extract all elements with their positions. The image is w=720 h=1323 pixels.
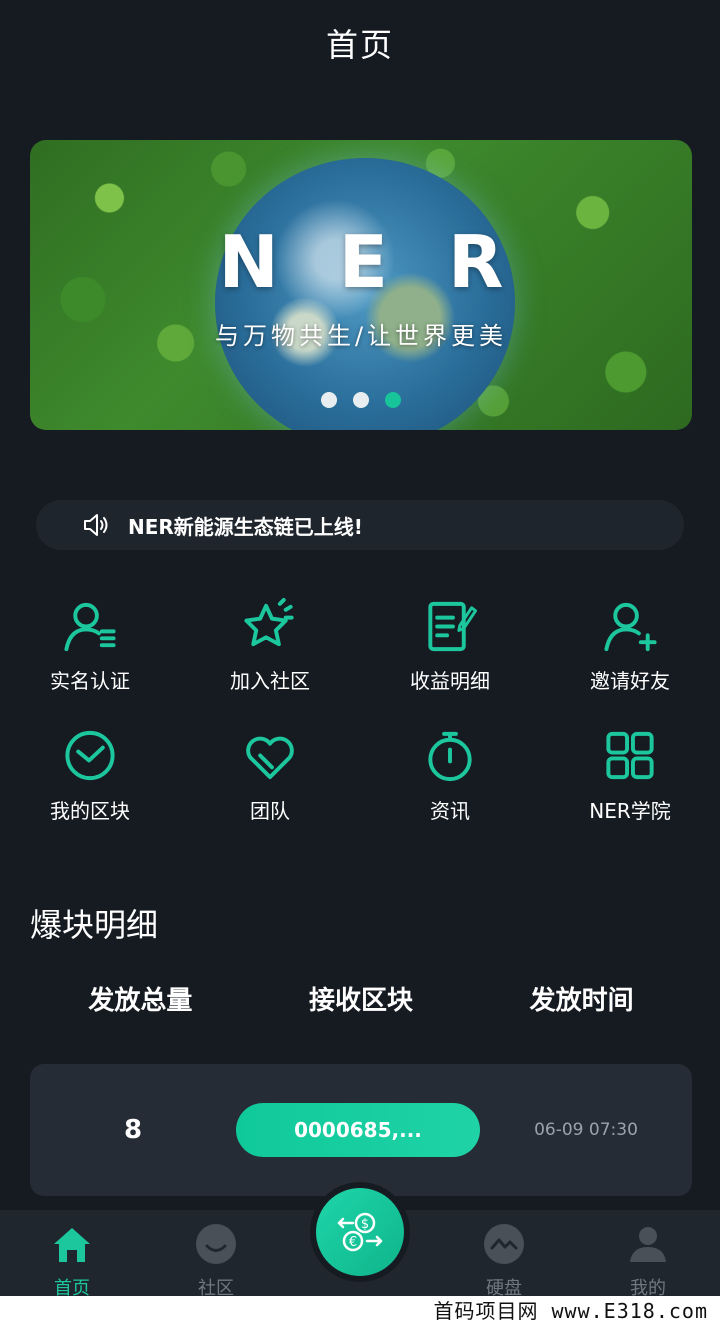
column-header: 接收区块 xyxy=(309,986,414,1016)
heart-icon xyxy=(246,736,294,780)
user-add-icon xyxy=(604,602,657,652)
app-screen: 首页 NER 与万物共生/让世界更美 NER新能源生态链已上线! 实名认证 加入… xyxy=(0,0,720,1323)
home-icon xyxy=(54,1228,90,1262)
grid-icon xyxy=(606,731,654,780)
feature-invite[interactable]: 邀请好友 xyxy=(540,590,720,694)
svg-text:€: € xyxy=(349,1235,357,1250)
banner-carousel[interactable]: NER 与万物共生/让世界更美 xyxy=(30,140,692,430)
stopwatch-icon xyxy=(428,731,472,782)
feature-my-blocks[interactable]: 我的区块 xyxy=(0,720,180,824)
feature-label: 团队 xyxy=(250,799,290,823)
nav-community[interactable]: 社区 xyxy=(144,1210,288,1310)
page-title: 首页 xyxy=(325,26,394,64)
chart-wave-icon xyxy=(484,1224,524,1264)
banner-subtitle: 与万物共生/让世界更美 xyxy=(214,322,508,350)
user-verify-icon xyxy=(64,602,116,652)
nav-home[interactable]: 首页 xyxy=(0,1210,144,1310)
feature-academy[interactable]: NER学院 xyxy=(540,720,720,824)
speaker-icon xyxy=(84,514,108,536)
carousel-dots xyxy=(30,392,692,408)
feature-label: 资讯 xyxy=(430,799,470,823)
feature-label: 收益明细 xyxy=(410,669,490,693)
block-badge[interactable]: 0000685,... xyxy=(236,1103,480,1157)
carousel-dot-active[interactable] xyxy=(385,392,401,408)
feature-label: 实名认证 xyxy=(50,669,130,693)
feature-verify[interactable]: 实名认证 xyxy=(0,590,180,694)
clock-icon xyxy=(65,730,115,781)
feature-label: NER学院 xyxy=(589,799,671,823)
document-edit-icon xyxy=(428,601,478,652)
user-icon xyxy=(630,1227,666,1262)
banner-title: NER xyxy=(218,220,564,304)
notice-text: NER新能源生态链已上线! xyxy=(128,514,363,539)
table-header: 发放总量 接收区块 发放时间 xyxy=(30,980,692,1017)
feature-team[interactable]: 团队 xyxy=(180,720,360,824)
carousel-dot[interactable] xyxy=(321,392,337,408)
feature-label: 我的区块 xyxy=(50,799,130,823)
time-cell: 06-09 07:30 xyxy=(534,1120,638,1140)
table-row[interactable]: 8 0000685,... 06-09 07:30 xyxy=(30,1064,692,1196)
feature-news[interactable]: 资讯 xyxy=(360,720,540,824)
smile-icon xyxy=(196,1224,236,1264)
feature-join-community[interactable]: 加入社区 xyxy=(180,590,360,694)
svg-text:$: $ xyxy=(361,1217,369,1232)
feature-label: 加入社区 xyxy=(230,669,310,693)
column-header: 发放时间 xyxy=(529,986,634,1016)
star-icon xyxy=(244,597,294,647)
feature-earnings[interactable]: 收益明细 xyxy=(360,590,540,694)
feature-grid: 实名认证 加入社区 收益明细 邀请好友 我的区块 团队 资讯 NER学院 xyxy=(0,590,720,824)
column-header: 发放总量 xyxy=(88,986,193,1016)
watermark-text: 首码项目网 www.E318.com xyxy=(433,1299,708,1323)
carousel-dot[interactable] xyxy=(353,392,369,408)
notice-bar[interactable]: NER新能源生态链已上线! xyxy=(36,500,684,550)
section-title: 爆块明细 xyxy=(30,906,159,944)
header: 首页 xyxy=(0,0,720,86)
feature-label: 邀请好友 xyxy=(590,669,670,693)
amount-cell: 8 xyxy=(123,1115,143,1145)
watermark: 首码项目网 www.E318.com xyxy=(0,1296,720,1323)
exchange-button[interactable]: $ € xyxy=(316,1188,404,1276)
currency-exchange-icon: $ € xyxy=(337,1212,383,1252)
